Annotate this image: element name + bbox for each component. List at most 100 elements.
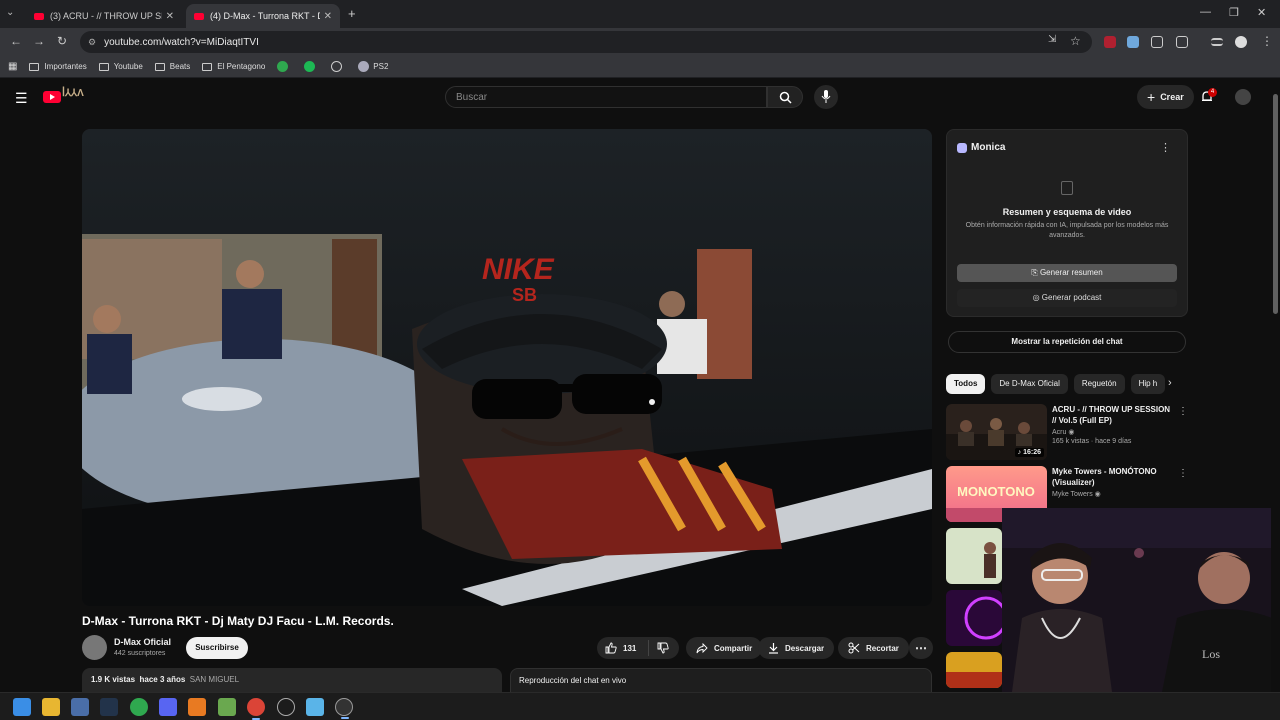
location-tag[interactable]: SAN MIGUEL	[190, 675, 239, 684]
recommendation-item[interactable]: ♪ 16:26 ACRU - // THROW UP SESSION // Vo…	[946, 404, 1188, 460]
tab-search-icon[interactable]: ⌄	[6, 7, 14, 18]
page-scrollbar[interactable]	[1271, 80, 1280, 692]
hamburger-menu-icon[interactable]: ☰	[15, 90, 28, 107]
channel-avatar[interactable]	[82, 635, 107, 660]
close-tab-icon[interactable]: ✕	[324, 11, 332, 22]
verified-icon: ◉	[1068, 429, 1075, 436]
windows-start-icon[interactable]	[13, 698, 31, 716]
create-button[interactable]: + Crear	[1137, 85, 1194, 109]
video-thumbnail[interactable]	[946, 652, 1002, 688]
svg-text:NIKE: NIKE	[482, 253, 555, 286]
profile-icon[interactable]	[1235, 36, 1247, 48]
bookmark-ps2[interactable]: PS2	[358, 61, 388, 72]
search-button[interactable]	[767, 86, 803, 108]
chip-regueton[interactable]: Reguetón	[1073, 374, 1125, 394]
bookmark-settings[interactable]	[331, 61, 346, 72]
steam-icon[interactable]	[100, 698, 118, 716]
extensions-puzzle-icon[interactable]	[1176, 36, 1188, 48]
recommendation-item[interactable]	[946, 528, 1002, 584]
reload-icon[interactable]: ↻	[57, 34, 67, 48]
like-dislike-group: 131	[597, 637, 679, 659]
live-chat-replay-header[interactable]: Reproducción del chat en vivo	[510, 668, 932, 692]
recommendation-item[interactable]	[946, 590, 1002, 646]
app-shield-icon[interactable]	[218, 698, 236, 716]
bookmark-el-pentagono[interactable]: El Pentagono	[202, 62, 265, 71]
voice-search-button[interactable]	[814, 85, 838, 109]
browser-tab-acru[interactable]: (3) ACRU - // THROW UP SESSI ✕	[26, 4, 182, 28]
recommendation-channel[interactable]: Acru ◉	[1052, 428, 1174, 436]
media-player-icon[interactable]	[335, 698, 353, 719]
video-thumbnail[interactable]: ♪ 16:26	[946, 404, 1047, 460]
url-bar[interactable]: ⚙ youtube.com/watch?v=MiDiaqtITVI	[80, 31, 1092, 53]
bookmark-label: Importantes	[44, 62, 87, 71]
dislike-button[interactable]	[649, 642, 675, 654]
minimize-icon[interactable]: —	[1200, 6, 1211, 18]
ps2-icon	[358, 61, 370, 72]
chip-todos[interactable]: Todos	[946, 374, 986, 394]
monica-menu-icon[interactable]: ⋮	[1160, 141, 1171, 154]
restore-icon[interactable]: ❐	[1229, 6, 1239, 19]
more-actions-button[interactable]: ⋯	[909, 637, 933, 659]
new-tab-icon[interactable]: +	[348, 6, 356, 21]
recommendation-channel[interactable]: Myke Towers ◉	[1052, 490, 1174, 498]
download-button[interactable]: Descargar	[758, 637, 835, 659]
scissors-icon	[848, 642, 860, 654]
notepad-icon[interactable]	[306, 698, 324, 716]
thumbnail-image	[946, 590, 1002, 646]
more-vertical-icon[interactable]: ⋮	[1178, 406, 1188, 417]
recommendation-title[interactable]: Myke Towers - MONÓTONO (Visualizer)	[1052, 466, 1174, 488]
chrome-icon[interactable]	[247, 698, 265, 720]
bookmark-youtube[interactable]: Youtube	[98, 62, 143, 71]
extension-icon[interactable]	[1127, 36, 1139, 48]
xbox-icon[interactable]	[130, 698, 148, 716]
search-input[interactable]: Buscar	[445, 86, 767, 108]
recommendation-item[interactable]	[946, 652, 1002, 688]
clip-button[interactable]: Recortar	[838, 637, 909, 659]
youtube-doodle[interactable]: ꟾ⅄⅄Ʌ	[62, 88, 84, 99]
bookmark-star-icon[interactable]: ☆	[1070, 34, 1081, 48]
menu-kebab-icon[interactable]: ⋮	[1261, 34, 1273, 48]
forward-icon[interactable]: →	[33, 34, 45, 48]
channel-name[interactable]: D-Max Oficial	[114, 637, 171, 647]
close-tab-icon[interactable]: ✕	[166, 11, 174, 22]
video-thumbnail[interactable]	[946, 590, 1002, 646]
show-chat-replay-button[interactable]: Mostrar la repetición del chat	[948, 331, 1186, 353]
browser-tab-dmax[interactable]: (4) D-Max - Turrona RKT - Dj M ✕	[186, 4, 340, 28]
discord-icon[interactable]	[159, 698, 177, 716]
back-icon[interactable]: ←	[10, 34, 22, 48]
like-button[interactable]: 131	[597, 640, 649, 656]
url-text: youtube.com/watch?v=MiDiaqtITVI	[104, 36, 259, 48]
extension-icon[interactable]	[1151, 36, 1163, 48]
youtube-logo-icon[interactable]	[43, 91, 61, 103]
generate-summary-button[interactable]: ⎘ Generar resumen	[957, 264, 1177, 282]
share-button[interactable]: Compartir	[686, 637, 763, 659]
monica-description: Obtén información rápida con IA, impulsa…	[965, 222, 1169, 239]
install-icon[interactable]: ⇲	[1048, 34, 1056, 45]
generate-podcast-button[interactable]: ◎ Generar podcast	[957, 289, 1177, 307]
settings-gear-icon[interactable]	[277, 698, 295, 716]
extension-icon[interactable]	[1104, 36, 1116, 48]
chip-de-dmax-oficial[interactable]: De D-Max Oficial	[991, 374, 1068, 394]
video-thumbnail[interactable]	[946, 528, 1002, 584]
bookmark-beats[interactable]: Beats	[154, 62, 190, 71]
recommendation-title[interactable]: ACRU - // THROW UP SESSION // Vol.5 (Ful…	[1052, 404, 1174, 426]
scrollbar-thumb[interactable]	[1273, 94, 1278, 314]
chip-hip-hop[interactable]: Hip h	[1130, 374, 1166, 394]
bookmark-green-app[interactable]	[277, 61, 292, 72]
apps-grid-icon[interactable]: ▦	[8, 61, 17, 72]
account-avatar[interactable]	[1235, 89, 1251, 105]
thumbnail-image	[946, 528, 1002, 584]
chevron-right-icon[interactable]: ›	[1168, 377, 1172, 389]
subscribe-button[interactable]: Suscribirse	[186, 637, 248, 659]
description-box[interactable]: 1.9 K vistas hace 3 años SAN MIGUEL	[82, 668, 502, 692]
file-explorer-icon[interactable]	[42, 698, 60, 716]
close-window-icon[interactable]: ✕	[1257, 6, 1266, 19]
reading-list-icon[interactable]	[1211, 38, 1223, 46]
fl-studio-icon[interactable]	[188, 698, 206, 716]
bookmark-spotify[interactable]	[304, 61, 319, 72]
bookmark-importantes[interactable]: Importantes	[29, 62, 87, 71]
more-vertical-icon[interactable]: ⋮	[1178, 468, 1188, 479]
video-player[interactable]: NIKE SB	[82, 129, 932, 606]
calculator-icon[interactable]	[71, 698, 89, 716]
site-info-icon[interactable]: ⚙	[88, 37, 96, 48]
